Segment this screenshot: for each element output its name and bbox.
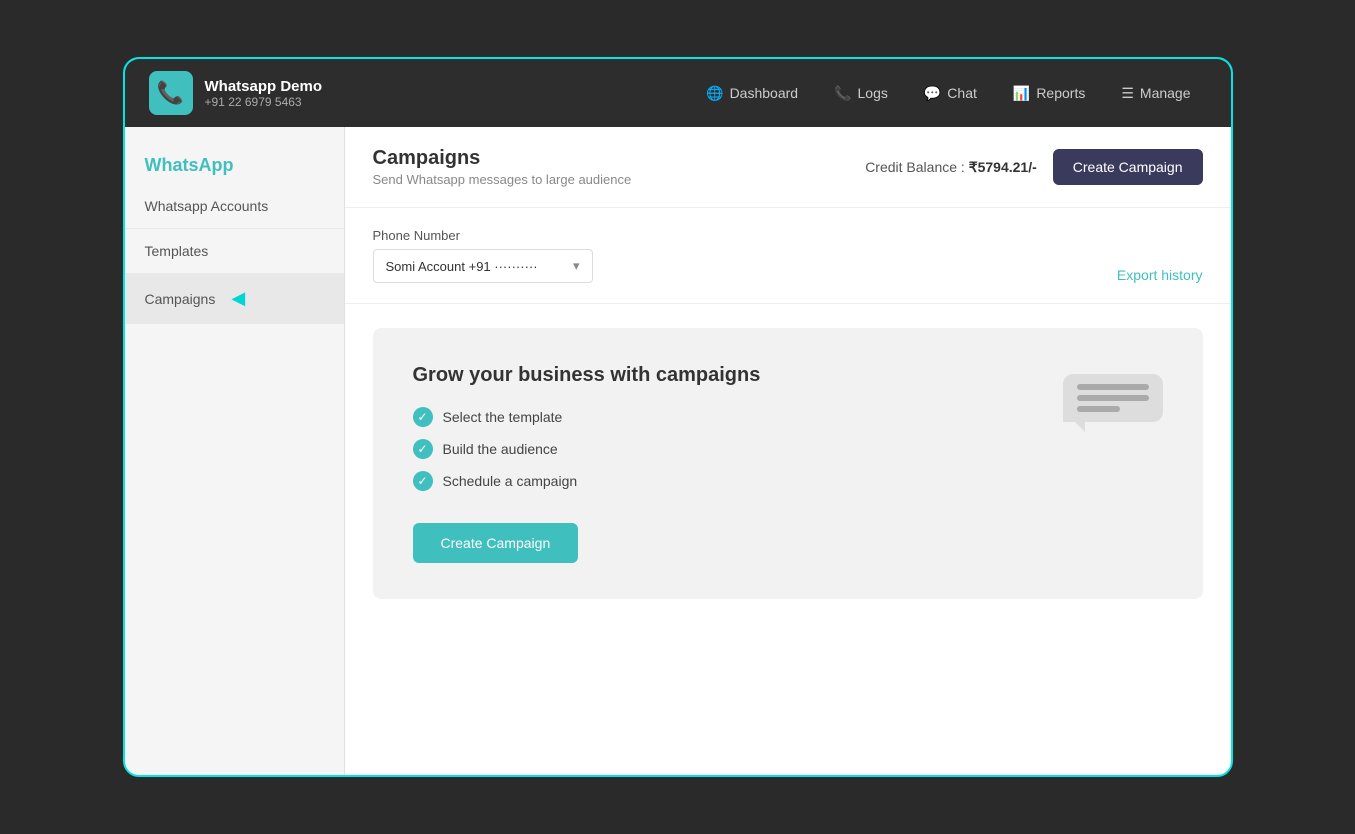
page-title: Campaigns [373, 147, 632, 170]
brand-area: 📞 Whatsapp Demo +91 22 6979 5463 [149, 71, 323, 115]
create-campaign-header-button[interactable]: Create Campaign [1053, 149, 1203, 185]
phone-select[interactable]: Somi Account +91 ·········· ▾ [373, 249, 593, 283]
app-window: 📞 Whatsapp Demo +91 22 6979 5463 🌐 Dashb… [123, 57, 1233, 777]
create-campaign-inner-button[interactable]: Create Campaign [413, 523, 579, 563]
sidebar-arrow-icon: ◀ [231, 288, 245, 309]
message-illustration [1053, 374, 1163, 464]
sidebar-item-campaigns[interactable]: Campaigns ◀ [125, 274, 344, 324]
message-bubble [1063, 374, 1163, 422]
campaign-step-2: ✓ Build the audience [413, 439, 761, 459]
phone-section: Phone Number Somi Account +91 ··········… [345, 208, 1231, 304]
logs-icon: 📞 [834, 85, 851, 102]
page-header: Campaigns Send Whatsapp messages to larg… [345, 127, 1231, 208]
step-check-icon-1: ✓ [413, 407, 433, 427]
reports-icon: 📊 [1013, 85, 1030, 102]
page-content: Campaigns Send Whatsapp messages to larg… [345, 127, 1231, 775]
sidebar: WhatsApp Whatsapp Accounts Templates Cam… [125, 127, 345, 775]
campaign-step-3: ✓ Schedule a campaign [413, 471, 761, 491]
export-history-button[interactable]: Export history [1117, 267, 1203, 283]
brand-phone: +91 22 6979 5463 [205, 95, 323, 109]
campaign-headline: Grow your business with campaigns [413, 364, 761, 387]
campaign-info-box: Grow your business with campaigns ✓ Sele… [373, 328, 1203, 599]
campaign-text-area: Grow your business with campaigns ✓ Sele… [413, 364, 761, 563]
manage-icon: ☰ [1121, 85, 1134, 102]
step-check-icon-2: ✓ [413, 439, 433, 459]
dashboard-icon: 🌐 [706, 85, 723, 102]
brand-name: Whatsapp Demo [205, 78, 323, 95]
chat-icon: 💬 [924, 85, 941, 102]
nav-dashboard[interactable]: 🌐 Dashboard [690, 77, 814, 110]
campaign-step-1: ✓ Select the template [413, 407, 761, 427]
sidebar-section-title: WhatsApp [125, 143, 344, 184]
nav-manage[interactable]: ☰ Manage [1105, 77, 1206, 110]
campaign-steps: ✓ Select the template ✓ Build the audien… [413, 407, 761, 491]
top-nav: 📞 Whatsapp Demo +91 22 6979 5463 🌐 Dashb… [125, 59, 1231, 127]
phone-number-group: Phone Number Somi Account +91 ··········… [373, 228, 593, 283]
page-subtitle: Send Whatsapp messages to large audience [373, 172, 632, 187]
sidebar-item-whatsapp-accounts[interactable]: Whatsapp Accounts [125, 184, 344, 229]
page-title-area: Campaigns Send Whatsapp messages to larg… [373, 147, 632, 187]
nav-links: 🌐 Dashboard 📞 Logs 💬 Chat 📊 Reports ☰ Ma… [690, 77, 1206, 110]
step-check-icon-3: ✓ [413, 471, 433, 491]
nav-chat[interactable]: 💬 Chat [908, 77, 993, 110]
header-right: Credit Balance : ₹5794.21/- Create Campa… [865, 149, 1202, 185]
brand-text: Whatsapp Demo +91 22 6979 5463 [205, 78, 323, 109]
main-content: WhatsApp Whatsapp Accounts Templates Cam… [125, 127, 1231, 775]
nav-reports[interactable]: 📊 Reports [997, 77, 1101, 110]
chevron-down-icon: ▾ [573, 258, 580, 274]
phone-number-label: Phone Number [373, 228, 593, 243]
nav-logs[interactable]: 📞 Logs [818, 77, 904, 110]
brand-icon: 📞 [149, 71, 193, 115]
credit-amount: ₹5794.21/- [969, 159, 1037, 175]
credit-balance-label: Credit Balance : ₹5794.21/- [865, 159, 1037, 176]
sidebar-item-templates[interactable]: Templates [125, 229, 344, 274]
